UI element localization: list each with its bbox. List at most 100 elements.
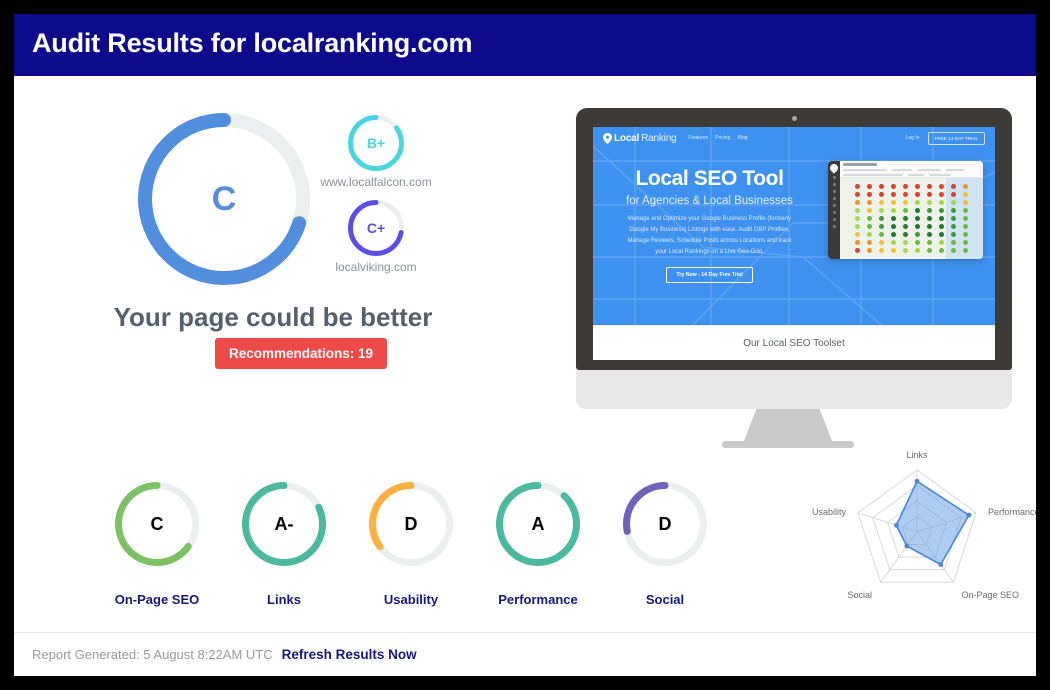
- geogrid-dot: [915, 216, 920, 221]
- app-filter-placeholder: [908, 174, 924, 176]
- geogrid-dot: [927, 184, 932, 189]
- app-sidebar-rail: [828, 161, 840, 259]
- login-link[interactable]: Log In: [906, 135, 920, 141]
- geogrid-dot: [963, 192, 968, 197]
- sidebar-icon: [833, 197, 836, 200]
- geogrid-dot: [867, 232, 872, 237]
- geogrid-dot: [939, 216, 944, 221]
- radar-axis-label-on-page-seo: On-Page SEO: [961, 590, 1019, 600]
- hero-trial-button[interactable]: Try Now - 14 Day Free Trial: [666, 267, 752, 283]
- geogrid-dot: [879, 224, 884, 229]
- recommendations-button[interactable]: Recommendations: 19: [215, 338, 387, 369]
- competitor-gauge-ring: B+: [348, 115, 404, 171]
- app-filter-placeholder: [843, 174, 903, 176]
- geogrid-map: [840, 178, 983, 259]
- geogrid-dot: [903, 216, 908, 221]
- geogrid-dot: [963, 224, 968, 229]
- app-title-placeholder: [843, 163, 877, 166]
- app-filter-placeholder: [929, 174, 951, 176]
- logo-light-text: Ranking: [641, 133, 676, 144]
- app-content: [840, 161, 983, 259]
- geogrid-dot: [939, 224, 944, 229]
- geogrid-dot: [939, 200, 944, 205]
- geogrid-dot: [891, 208, 896, 213]
- geogrid-dot: [951, 184, 956, 189]
- preview-logo[interactable]: LocalRanking: [603, 133, 676, 144]
- preview-navbar: LocalRanking Features Pricing Blog Log I…: [593, 127, 995, 149]
- geogrid-dot: [855, 192, 860, 197]
- sidebar-icon: [833, 204, 836, 207]
- geogrid-dot: [927, 232, 932, 237]
- geogrid-dot: [903, 232, 908, 237]
- geogrid-dot: [951, 216, 956, 221]
- geogrid-dot: [891, 240, 896, 245]
- geogrid-dot: [963, 200, 968, 205]
- preview-caption: Our Local SEO Toolset: [593, 325, 995, 360]
- radar-chart: LinksPerformanceOn-Page SEOSocialUsabili…: [814, 452, 1029, 617]
- geogrid-dot: [939, 208, 944, 213]
- geogrid-dot: [915, 248, 920, 253]
- geogrid-dot: [927, 216, 932, 221]
- geogrid-dot: [939, 232, 944, 237]
- geogrid-dot: [855, 184, 860, 189]
- competitor-gauge-localfalcon: B+ www.localfalcon.com: [348, 115, 404, 193]
- geogrid-dot: [939, 240, 944, 245]
- geogrid-dot: [915, 184, 920, 189]
- geogrid-dot: [891, 232, 896, 237]
- metric-label: Performance: [498, 592, 577, 607]
- nav-link-features[interactable]: Features: [688, 135, 708, 141]
- geogrid-dot: [867, 184, 872, 189]
- geogrid-dot: [963, 216, 968, 221]
- logo-bold-text: Local: [614, 133, 639, 144]
- geogrid-dot: [927, 224, 932, 229]
- page-title: Audit Results for localranking.com: [32, 28, 472, 59]
- geogrid-dot: [927, 248, 932, 253]
- geogrid-dot: [867, 216, 872, 221]
- monitor-bezel: LocalRanking Features Pricing Blog Log I…: [576, 108, 1012, 370]
- refresh-results-link[interactable]: Refresh Results Now: [282, 647, 417, 662]
- monitor-chin: [576, 370, 1012, 409]
- preview-nav-links: Features Pricing Blog: [688, 135, 747, 141]
- radar-axis-label-links: Links: [907, 450, 928, 460]
- monitor-stand-base: [722, 441, 854, 448]
- page-header: Audit Results for localranking.com: [14, 14, 1036, 76]
- geogrid-dot: [879, 200, 884, 205]
- geogrid-dot: [927, 240, 932, 245]
- radar-axis-label-performance: Performance: [988, 507, 1036, 517]
- geogrid-dot: [879, 216, 884, 221]
- radar-axis-label-social: Social: [848, 590, 873, 600]
- preview-hero: LocalRanking Features Pricing Blog Log I…: [593, 127, 995, 325]
- nav-link-pricing[interactable]: Pricing: [715, 135, 730, 141]
- geogrid-dot: [963, 232, 968, 237]
- geogrid-dot: [927, 200, 932, 205]
- geogrid-dot: [855, 224, 860, 229]
- geogrid-dot: [867, 248, 872, 253]
- sidebar-icon: [833, 190, 836, 193]
- geogrid-dot: [951, 224, 956, 229]
- geogrid-dot: [903, 240, 908, 245]
- geogrid-dot: [939, 184, 944, 189]
- hero-body-text: Manage and Optimize your Google Business…: [607, 214, 812, 258]
- geogrid-dot: [879, 248, 884, 253]
- preview-hero-copy: Local SEO Tool for Agencies & Local Busi…: [607, 167, 812, 283]
- webcam-icon: [792, 116, 797, 121]
- geogrid-screenshot: [828, 161, 983, 259]
- geogrid-dot: [939, 192, 944, 197]
- geogrid-dot: [891, 192, 896, 197]
- geogrid-dot: [915, 232, 920, 237]
- geogrid-dot: [891, 224, 896, 229]
- metric-label: Usability: [384, 592, 438, 607]
- audit-results-page: Audit Results for localranking.com C B+ …: [0, 0, 1050, 690]
- metric-gauge-ring: C: [115, 482, 199, 566]
- geogrid-dot: [903, 208, 908, 213]
- nav-link-blog[interactable]: Blog: [737, 135, 747, 141]
- geogrid-dot: [903, 248, 908, 253]
- metric-gauge-ring: D: [369, 482, 453, 566]
- free-trial-button[interactable]: FREE 14-DAY TRIAL: [928, 132, 985, 145]
- metric-gauge-ring: A: [496, 482, 580, 566]
- geogrid-dot: [915, 240, 920, 245]
- geogrid-dot: [867, 200, 872, 205]
- geogrid-dot: [951, 200, 956, 205]
- geogrid-dot: [867, 240, 872, 245]
- hero-subtitle: for Agencies & Local Businesses: [607, 195, 812, 207]
